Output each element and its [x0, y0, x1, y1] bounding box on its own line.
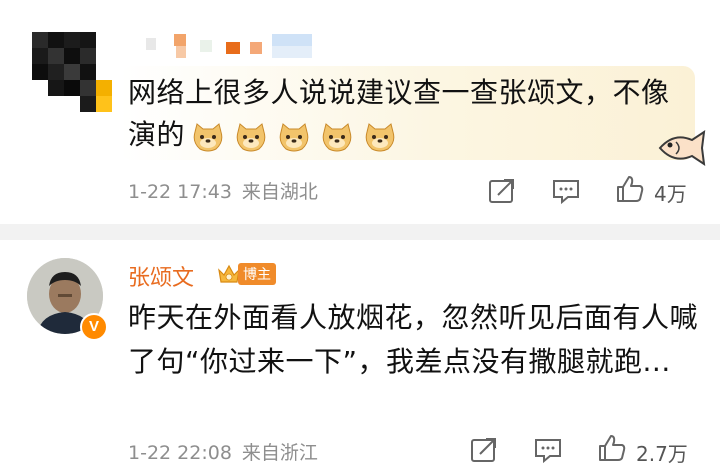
repost-button[interactable] [468, 434, 500, 466]
reply-text: 昨天在外面看人放烟花，忽然听见后面有人喊了句“你过来一下”，我差点没有撒腿就跑.… [128, 301, 699, 378]
comment-icon [553, 180, 579, 205]
timestamp: 1-22 22:08 [128, 442, 232, 464]
repost-icon [471, 438, 496, 462]
reply-meta: 1-22 22:08 来自浙江 [128, 438, 318, 465]
timestamp: 1-22 17:43 [128, 181, 232, 203]
comment-text: 网络上很多人说说建议查一查张颂文，不像演的 [128, 72, 688, 157]
doge-emoji-icon [279, 123, 309, 152]
doge-emoji-icon [236, 123, 266, 152]
location: 来自湖北 [241, 181, 318, 203]
username-pixelated[interactable] [146, 32, 336, 58]
like-icon [599, 435, 626, 461]
verified-badge: V [80, 313, 108, 341]
section-divider [0, 224, 720, 240]
like-count: 4万 [654, 182, 687, 206]
doge-emoji-icon [322, 123, 352, 152]
like-button[interactable] [614, 173, 646, 205]
comment-card: 网络上很多人说说建议查一查张颂文，不像演的 1-22 17:43 来自湖北 4万 [0, 0, 720, 224]
author-name[interactable]: 张颂文 [128, 260, 194, 292]
like-button[interactable] [596, 432, 628, 464]
comment-meta: 1-22 17:43 来自湖北 [128, 177, 318, 204]
like-icon [617, 176, 644, 202]
doge-emoji-icon [365, 123, 395, 152]
repost-button[interactable] [486, 175, 518, 207]
repost-icon [489, 179, 514, 203]
like-count: 2.7万 [636, 442, 688, 466]
comment-button[interactable] [550, 175, 582, 207]
author-badge-label: 博主 [238, 263, 276, 285]
comment-button[interactable] [532, 434, 564, 466]
author-badge: 博主 [216, 262, 276, 286]
comment-icon [535, 439, 561, 464]
doge-emoji-icon [193, 123, 223, 152]
location: 来自浙江 [241, 442, 318, 464]
fish-sticker-icon [658, 129, 706, 167]
doge-emoji-row [191, 115, 406, 157]
avatar-pixelated[interactable] [32, 32, 112, 112]
